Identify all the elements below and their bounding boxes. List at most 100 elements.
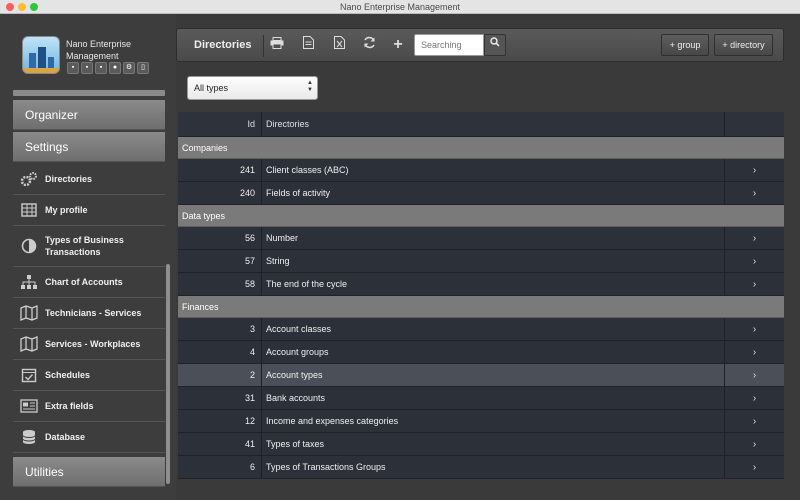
sidebar-item-schedules[interactable]: Schedules — [13, 360, 165, 391]
column-header-id[interactable]: Id — [178, 112, 262, 136]
table-row[interactable]: 4 Account groups › — [178, 341, 784, 364]
table-row[interactable]: 57 String › — [178, 250, 784, 273]
sidebar: Nano Enterprise Management ▪ ▪ ▪ ● ⚙ ▯ O… — [0, 14, 176, 500]
quick-actions: ▪ ▪ ▪ ● ⚙ ▯ — [67, 62, 149, 74]
sidebar-item-label: Services - Workplaces — [45, 339, 141, 349]
add-icon[interactable]: + — [388, 35, 408, 55]
group-header-companies: Companies — [178, 137, 784, 159]
sidebar-item-label: Types of Business Transactions — [45, 235, 124, 257]
row-id: 241 — [178, 159, 262, 181]
minimize-window-button[interactable] — [18, 3, 26, 11]
table-row[interactable]: 31 Bank accounts › — [178, 387, 784, 410]
row-id: 4 — [178, 341, 262, 363]
print-icon[interactable]: ▪ — [81, 62, 93, 74]
folder-icon[interactable]: ▪ — [67, 62, 79, 74]
maximize-window-button[interactable] — [30, 3, 38, 11]
row-name: Bank accounts — [262, 387, 725, 409]
sidebar-item-database[interactable]: Database — [13, 422, 165, 453]
sidebar-scrollbar[interactable] — [166, 264, 170, 484]
chevron-right-icon[interactable]: › — [725, 227, 784, 249]
search-button[interactable] — [484, 34, 506, 56]
table-row[interactable]: 3 Account classes › — [178, 318, 784, 341]
table-row[interactable]: 12 Income and expenses categories › — [178, 410, 784, 433]
group-header-data-types: Data types — [178, 205, 784, 227]
row-id: 31 — [178, 387, 262, 409]
user-icon[interactable]: ● — [109, 62, 121, 74]
settings-menu: Directories My profile Types of Business… — [13, 164, 165, 453]
table-row[interactable]: 240 Fields of activity › — [178, 182, 784, 205]
chevron-right-icon[interactable]: › — [725, 456, 784, 478]
chevron-right-icon[interactable]: › — [725, 364, 784, 386]
table-row[interactable]: 58 The end of the cycle › — [178, 273, 784, 296]
row-name: Types of taxes — [262, 433, 725, 455]
row-id: 41 — [178, 433, 262, 455]
document-icon[interactable] — [298, 35, 318, 55]
table-row[interactable]: 41 Types of taxes › — [178, 433, 784, 456]
sidebar-item-services-workplaces[interactable]: Services - Workplaces — [13, 329, 165, 360]
directories-table: Id Directories Companies 241 Client clas… — [178, 112, 784, 488]
chevron-right-icon[interactable]: › — [725, 410, 784, 432]
excel-export-icon[interactable] — [329, 35, 349, 55]
section-settings[interactable]: Settings — [13, 132, 165, 162]
row-id: 56 — [178, 227, 262, 249]
app-header: Nano Enterprise Management ▪ ▪ ▪ ● ⚙ ▯ — [0, 14, 176, 88]
type-filter-value: All types — [194, 83, 229, 93]
chevron-right-icon[interactable]: › — [725, 273, 784, 295]
add-directory-button[interactable]: + directory — [714, 34, 773, 56]
row-name: Client classes (ABC) — [262, 159, 725, 181]
chevron-right-icon[interactable]: › — [725, 182, 784, 204]
row-name: Fields of activity — [262, 182, 725, 204]
section-utilities[interactable]: Utilities — [13, 457, 165, 487]
row-name: Income and expenses categories — [262, 410, 725, 432]
row-id: 57 — [178, 250, 262, 272]
sidebar-item-business-transactions[interactable]: Types of Business Transactions — [13, 226, 165, 267]
close-window-button[interactable] — [6, 3, 14, 11]
table-row[interactable]: 241 Client classes (ABC) › — [178, 159, 784, 182]
chevron-right-icon[interactable]: › — [725, 341, 784, 363]
toolbar: Directories + + group + directory — [176, 28, 784, 62]
gears-icon — [20, 171, 38, 187]
sidebar-item-directories[interactable]: Directories — [13, 164, 165, 195]
sidebar-item-label: Schedules — [45, 370, 91, 380]
row-id: 12 — [178, 410, 262, 432]
sidebar-item-extra-fields[interactable]: Extra fields — [13, 391, 165, 422]
chevron-right-icon[interactable]: › — [725, 387, 784, 409]
section-organizer[interactable]: Organizer — [13, 100, 165, 130]
org-chart-icon — [20, 274, 38, 290]
half-circle-icon — [20, 238, 38, 254]
sidebar-item-label: Database — [45, 432, 86, 442]
type-filter-select[interactable]: All types ▲ ▼ — [187, 76, 318, 100]
chevron-right-icon[interactable]: › — [725, 433, 784, 455]
shop-icon[interactable]: ▪ — [95, 62, 107, 74]
page-title: Directories — [194, 39, 252, 51]
add-group-button[interactable]: + group — [661, 34, 709, 56]
search-input[interactable] — [414, 34, 484, 56]
sidebar-item-chart-of-accounts[interactable]: Chart of Accounts — [13, 267, 165, 298]
chevron-right-icon[interactable]: › — [725, 318, 784, 340]
table-row[interactable]: 56 Number › — [178, 227, 784, 250]
row-name: Account groups — [262, 341, 725, 363]
chevron-right-icon[interactable]: › — [725, 159, 784, 181]
sidebar-item-my-profile[interactable]: My profile — [13, 195, 165, 226]
chevron-right-icon[interactable]: › — [725, 250, 784, 272]
title-bar: Nano Enterprise Management — [0, 0, 800, 14]
row-name: The end of the cycle — [262, 273, 725, 295]
sidebar-item-label: Chart of Accounts — [45, 277, 123, 287]
app-logo — [22, 36, 60, 74]
map-icon — [20, 305, 38, 321]
users-icon[interactable]: ⚙ — [123, 62, 135, 74]
trash-icon[interactable]: ▯ — [137, 62, 149, 74]
sidebar-item-label: Extra fields — [45, 401, 94, 411]
table-row-hovered[interactable]: 2 Account types › — [178, 364, 784, 387]
search-icon — [490, 37, 500, 47]
refresh-icon[interactable] — [359, 35, 379, 55]
column-header-actions — [725, 112, 784, 136]
sidebar-item-label: My profile — [45, 205, 88, 215]
table-row[interactable]: 6 Types of Transactions Groups › — [178, 456, 784, 479]
group-header-finances: Finances — [178, 296, 784, 318]
print-icon[interactable] — [267, 35, 287, 55]
sidebar-item-technicians-services[interactable]: Technicians - Services — [13, 298, 165, 329]
column-header-directories[interactable]: Directories — [262, 112, 725, 136]
table-icon — [20, 202, 38, 218]
row-id: 2 — [178, 364, 262, 386]
